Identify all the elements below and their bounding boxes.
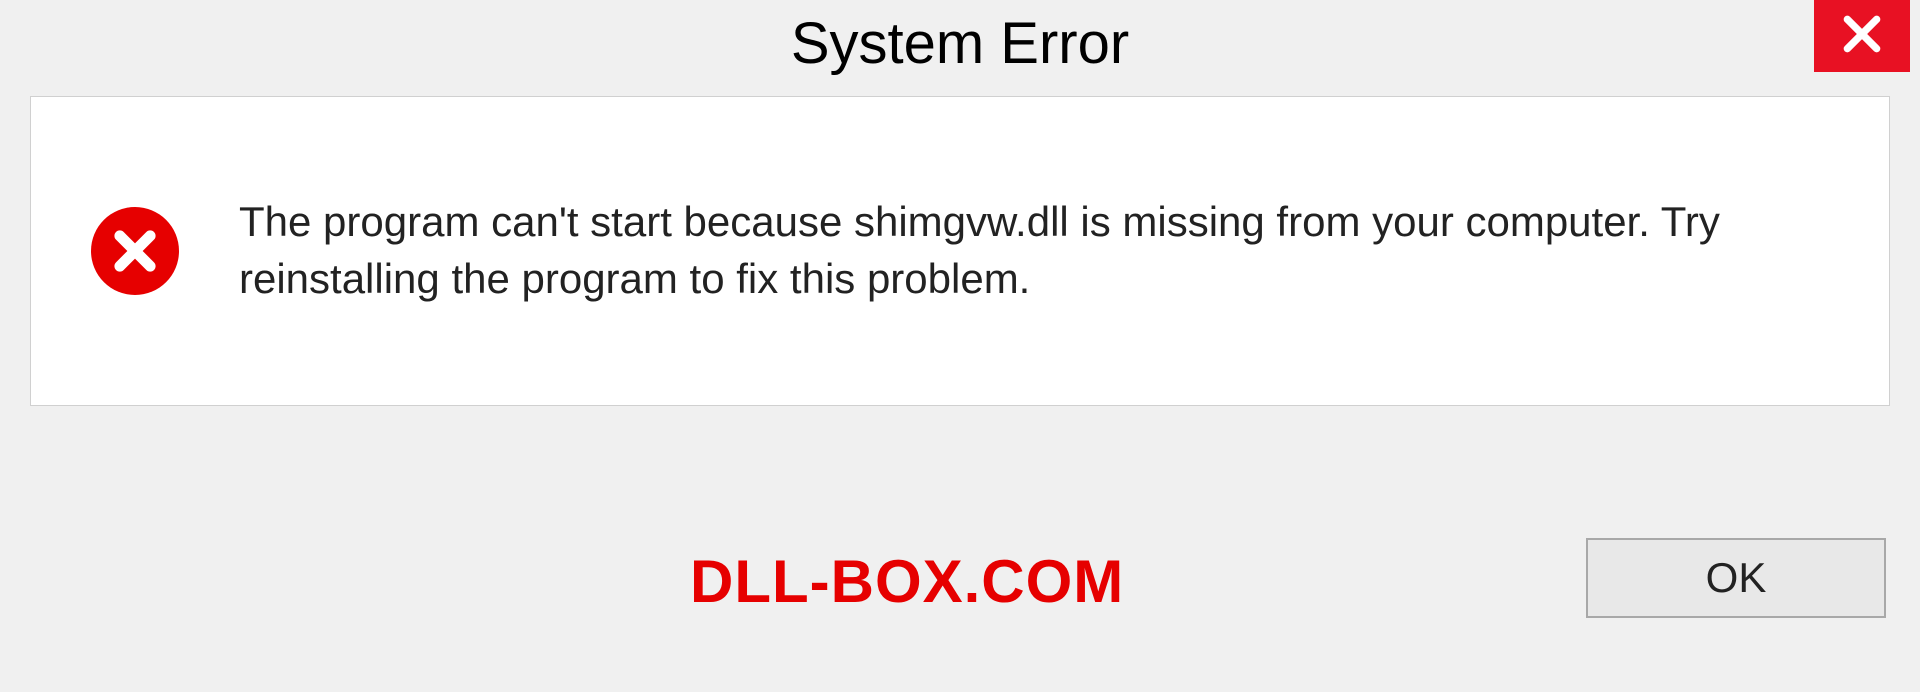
- ok-button[interactable]: OK: [1586, 538, 1886, 618]
- close-icon: [1840, 12, 1884, 61]
- error-dialog: System Error The program can't start bec…: [0, 0, 1920, 692]
- dialog-title: System Error: [791, 0, 1129, 77]
- error-message: The program can't start because shimgvw.…: [239, 194, 1829, 307]
- content-area: The program can't start because shimgvw.…: [30, 96, 1890, 406]
- watermark-text: DLL-BOX.COM: [690, 547, 1124, 616]
- close-button[interactable]: [1814, 0, 1910, 72]
- titlebar: System Error: [0, 0, 1920, 96]
- error-icon: [91, 207, 179, 295]
- footer: DLL-BOX.COM OK: [0, 406, 1920, 686]
